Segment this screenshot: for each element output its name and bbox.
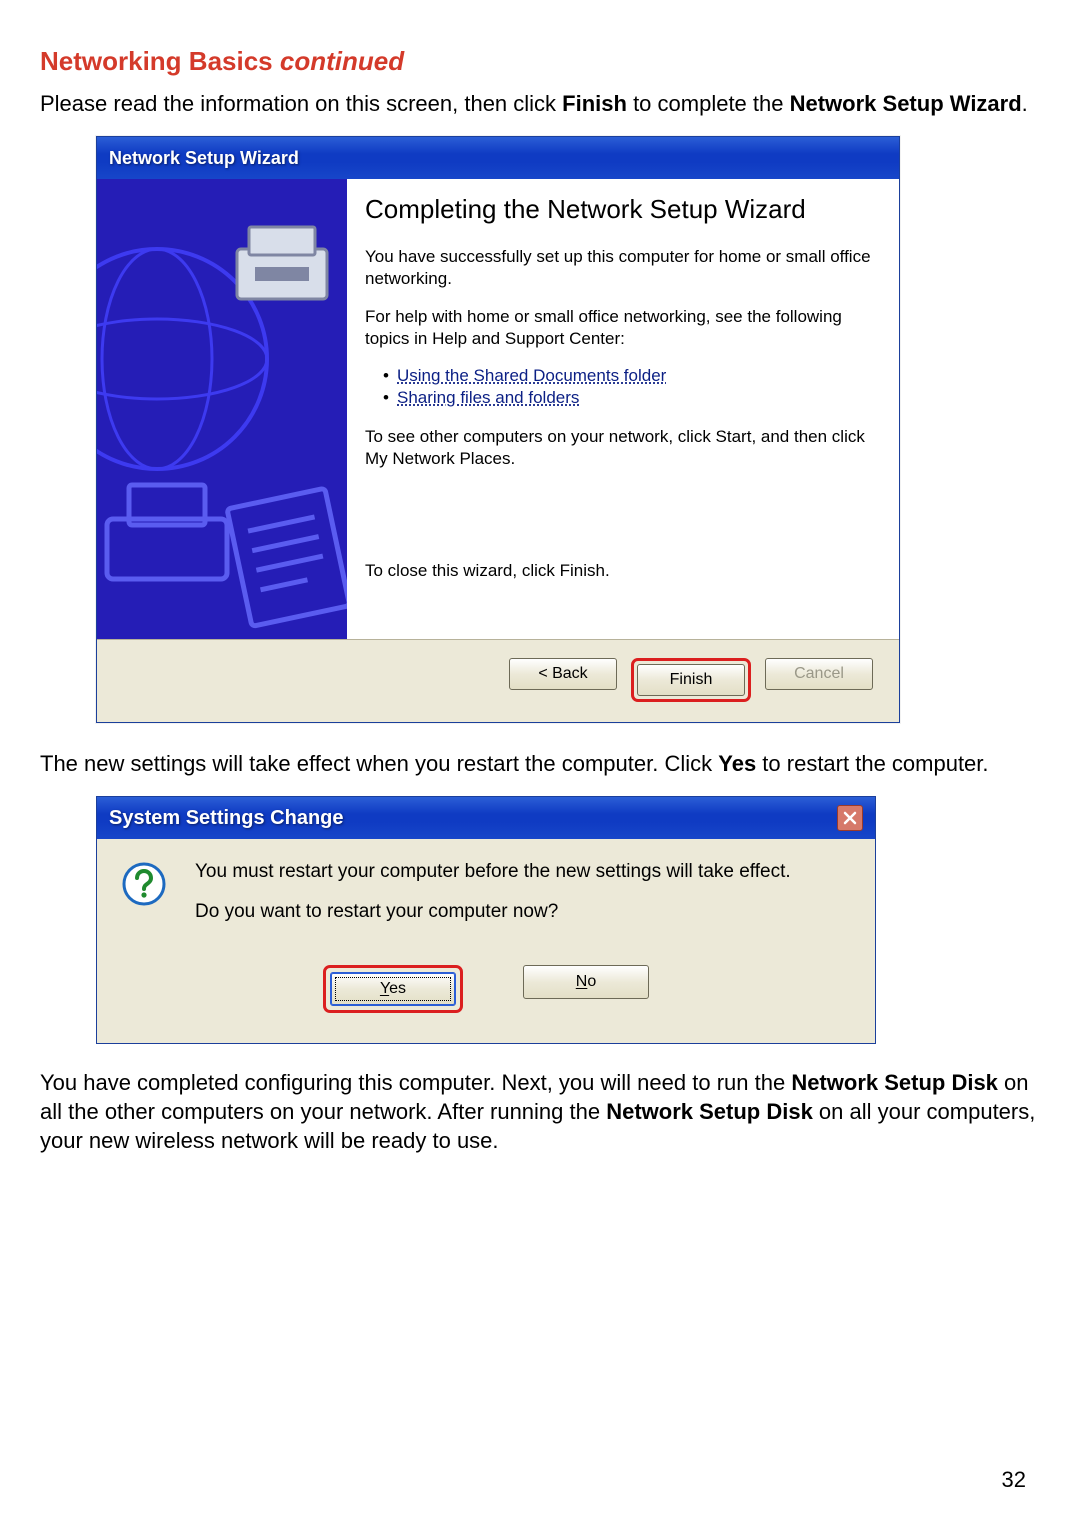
wizard-p3: To see other computers on your network, … — [365, 426, 871, 470]
dialog-line1: You must restart your computer before th… — [195, 861, 791, 883]
heading-main: Networking Basics — [40, 46, 273, 76]
dialog-text: You must restart your computer before th… — [195, 861, 791, 941]
wizard-illustration — [97, 179, 347, 639]
completion-paragraph: You have completed configuring this comp… — [40, 1068, 1040, 1155]
question-icon — [121, 861, 169, 941]
wizard-content: Completing the Network Setup Wizard You … — [347, 179, 899, 639]
close-icon[interactable] — [837, 805, 863, 831]
yes-button-highlight: Yes — [323, 965, 463, 1013]
cancel-button: Cancel — [765, 658, 873, 690]
wizard-p2: For help with home or small office netwo… — [365, 306, 871, 350]
back-button[interactable]: < Back — [509, 658, 617, 690]
wizard-footer: < Back Finish Cancel — [97, 640, 899, 722]
wizard-heading: Completing the Network Setup Wizard — [365, 193, 871, 226]
network-setup-wizard-window: Network Setup Wizard — [96, 136, 900, 723]
intro-paragraph: Please read the information on this scre… — [40, 89, 1040, 118]
wizard-help-link-item: Using the Shared Documents folder — [383, 366, 871, 386]
help-link-sharing-files[interactable]: Sharing files and folders — [397, 388, 579, 407]
wizard-title-text: Network Setup Wizard — [109, 137, 299, 179]
heading-suffix: continued — [280, 46, 404, 76]
wizard-titlebar[interactable]: Network Setup Wizard — [97, 137, 899, 179]
dialog-titlebar[interactable]: System Settings Change — [97, 797, 875, 839]
help-link-shared-docs[interactable]: Using the Shared Documents folder — [397, 366, 666, 385]
restart-paragraph: The new settings will take effect when y… — [40, 749, 1040, 778]
finish-button-highlight: Finish — [631, 658, 751, 702]
page-number: 32 — [1002, 1467, 1026, 1493]
wizard-close-tip: To close this wizard, click Finish. — [365, 560, 871, 582]
finish-button[interactable]: Finish — [637, 664, 745, 696]
dialog-title-text: System Settings Change — [109, 797, 344, 839]
yes-button[interactable]: Yes — [330, 972, 456, 1006]
dialog-line2: Do you want to restart your computer now… — [195, 901, 791, 923]
wizard-help-link-item: Sharing files and folders — [383, 388, 871, 408]
system-settings-change-dialog: System Settings Change You must restart … — [96, 796, 876, 1044]
no-button[interactable]: No — [523, 965, 649, 999]
section-heading: Networking Basics continued — [40, 46, 1040, 77]
wizard-p1: You have successfully set up this comput… — [365, 246, 871, 290]
